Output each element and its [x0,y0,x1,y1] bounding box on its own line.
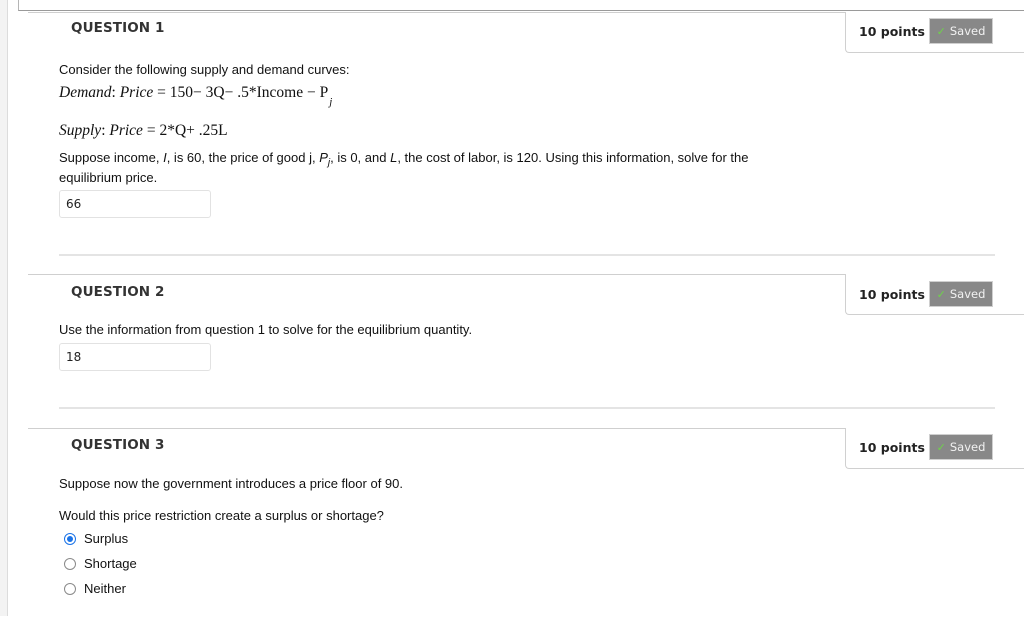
saved-status-badge: ✓ Saved [929,434,993,460]
option-label: Neither [84,581,126,596]
check-icon: ✓ [936,440,946,454]
divider [59,407,995,409]
left-rail [0,0,8,616]
prompt-text: , the cost of labor, is 120. Using this … [397,150,749,165]
demand-equation: Demand: Price = 150− 3Q− .5*Income − Pj [59,84,333,108]
question-prompt-line2: equilibrium price. [59,170,158,185]
divider [59,254,995,256]
supply-equation: Supply: Price = 2*Q+ .25L [59,122,228,139]
option-shortage[interactable]: Shortage [64,556,137,571]
question-2: QUESTION 2 10 points ✓ Saved Use the inf… [28,274,1024,425]
prompt-text: Suppose income, [59,150,164,165]
answer-input[interactable] [59,190,211,218]
prompt-var-price: P [319,150,328,165]
demand-lhs: Price [119,84,154,101]
saved-status-badge: ✓ Saved [929,281,993,307]
question-prompt: Suppose now the government introduces a … [59,476,403,491]
points-label: 10 points [859,24,925,39]
demand-rhs: 150− 3Q− .5*Income − P [169,84,329,101]
points-label: 10 points [859,287,925,302]
points-label: 10 points [859,440,925,455]
question-title: QUESTION 1 [71,20,165,36]
option-surplus[interactable]: Surplus [64,531,128,546]
saved-label: Saved [949,287,986,301]
option-label: Shortage [84,556,137,571]
points-box: 10 points ✓ Saved [845,428,1024,469]
demand-subscript: j [329,96,333,108]
question-subprompt: Would this price restriction create a su… [59,508,384,523]
prompt-text: , is 60, the price of good j, [166,150,320,165]
answer-input[interactable] [59,343,211,371]
question-title: QUESTION 3 [71,437,165,453]
question-3: QUESTION 3 10 points ✓ Saved Suppose now… [28,428,1024,617]
question-intro: Consider the following supply and demand… [59,62,350,77]
demand-label: Demand [59,84,112,101]
prompt-text: , is 0, and [330,150,391,165]
question-1: QUESTION 1 10 points ✓ Saved Consider th… [28,12,1024,263]
points-box: 10 points ✓ Saved [845,274,1024,315]
saved-status-badge: ✓ Saved [929,18,993,44]
radio-button-selected[interactable] [64,532,76,545]
supply-lhs: Price [109,122,143,139]
supply-rhs: 2*Q+ .25L [159,122,228,139]
radio-button[interactable] [64,557,76,570]
check-icon: ✓ [936,24,946,38]
question-prompt: Suppose income, I, is 60, the price of g… [59,150,749,169]
check-icon: ✓ [936,287,946,301]
top-frame [18,0,1024,11]
question-prompt: Use the information from question 1 to s… [59,322,473,337]
saved-label: Saved [949,24,986,38]
option-label: Surplus [84,531,129,546]
option-neither[interactable]: Neither [64,581,126,596]
points-box: 10 points ✓ Saved [845,12,1024,53]
saved-label: Saved [949,440,986,454]
supply-label: Supply [59,122,102,139]
radio-button[interactable] [64,582,76,595]
question-title: QUESTION 2 [71,284,165,300]
